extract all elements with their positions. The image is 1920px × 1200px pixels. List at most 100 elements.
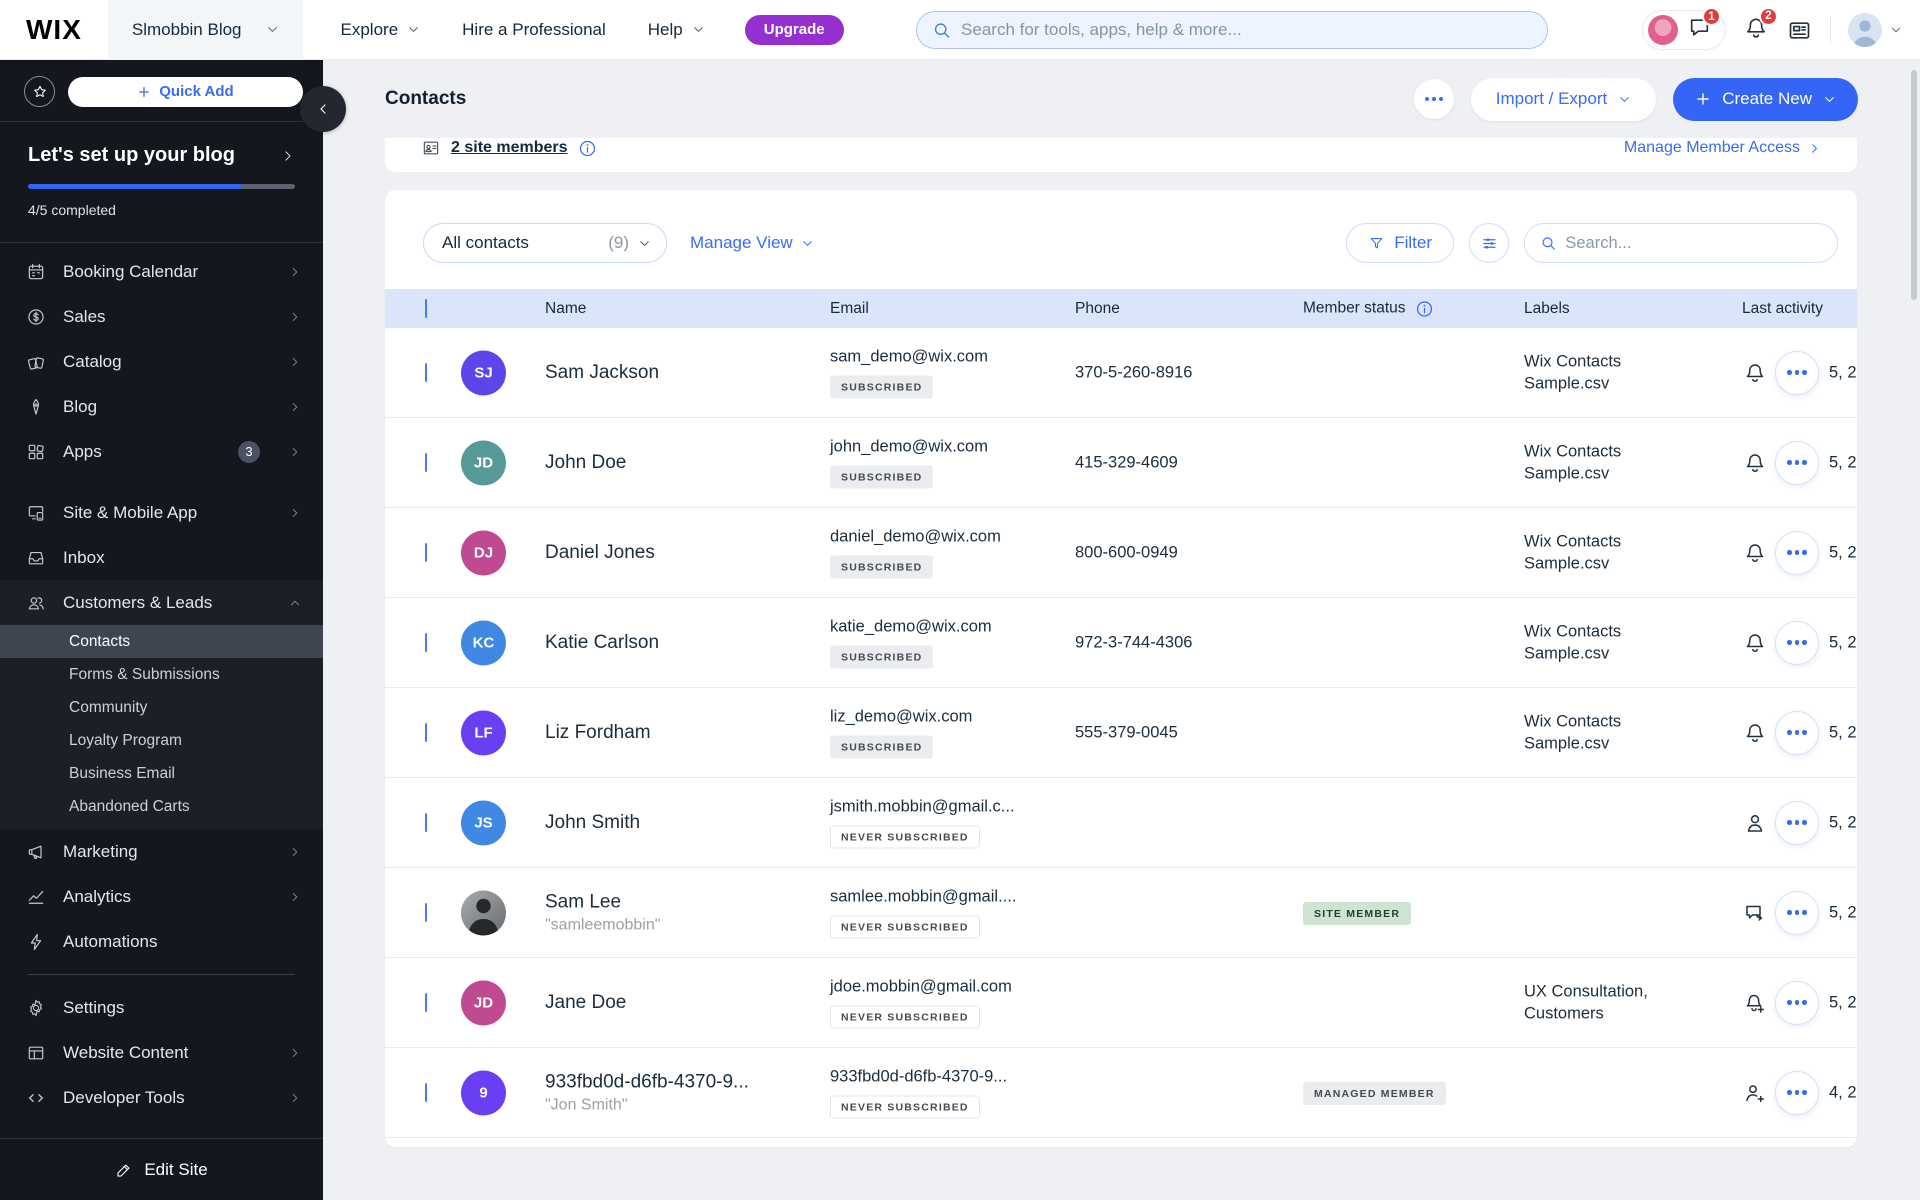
global-search[interactable]: [916, 11, 1548, 49]
sidebar-item-analytics[interactable]: Analytics: [0, 874, 323, 919]
row-checkbox[interactable]: [425, 362, 427, 382]
table-row contact-row-liz-fordham[interactable]: LF Liz Fordham liz_demo@wix.com SUBSCRIBED 5…: [385, 688, 1857, 778]
column-header-name[interactable]: Name: [545, 300, 586, 318]
sidebar-item-label: Developer Tools: [63, 1087, 185, 1107]
subscription-badge: NEVER SUBSCRIBED: [830, 915, 980, 938]
row-actions-button[interactable]: [1775, 440, 1819, 485]
sidebar-item-website-content[interactable]: Website Content: [0, 1030, 323, 1075]
nav-explore[interactable]: Explore: [341, 20, 421, 40]
page-scrollbar[interactable]: [1911, 70, 1917, 300]
favorites-button[interactable]: [24, 76, 55, 107]
sidebar-item-inbox[interactable]: Inbox: [0, 535, 323, 580]
nav-help[interactable]: Help: [648, 20, 705, 40]
account-menu[interactable]: [1848, 13, 1902, 47]
select-all-checkbox[interactable]: [425, 298, 427, 318]
import-export-button[interactable]: Import / Export: [1470, 77, 1657, 121]
setup-checklist-card[interactable]: Let's set up your blog 4/5 completed: [0, 121, 323, 242]
sidebar-item-abandoned-carts[interactable]: Abandoned Carts: [0, 790, 323, 823]
sidebar-item-apps[interactable]: Apps 3: [0, 429, 323, 474]
edit-site-button[interactable]: Edit Site: [0, 1138, 323, 1200]
table-row contact-row-sam-lee[interactable]: Sam Lee "samleemobbin" samlee.mobbin@gmail…: [385, 868, 1857, 958]
upgrade-button[interactable]: Upgrade: [744, 14, 844, 45]
top-navbar: WIX Slmobbin Blog Explore Hire a Profess…: [0, 0, 1920, 60]
column-header-last-activity[interactable]: Last activity: [1742, 300, 1823, 318]
column-header-phone[interactable]: Phone: [1075, 300, 1120, 318]
contact-name: John Smith: [545, 811, 641, 833]
sidebar-item-booking-calendar[interactable]: Booking Calendar: [0, 249, 323, 294]
row-checkbox[interactable]: [425, 722, 427, 742]
row-checkbox[interactable]: [425, 812, 427, 832]
row-checkbox[interactable]: [425, 902, 427, 922]
table-row contact-row-john-smith[interactable]: JS John Smith jsmith.mobbin@gmail.c... NEVE…: [385, 778, 1857, 868]
sidebar-item-community[interactable]: Community: [0, 691, 323, 724]
table-row contact-row-jane-doe[interactable]: JD Jane Doe jdoe.mobbin@gmail.com NEVER SUB…: [385, 958, 1857, 1048]
last-activity-date: 5, 20: [1829, 723, 1857, 741]
table-search[interactable]: [1524, 223, 1838, 263]
sidebar-item-contacts[interactable]: Contacts: [0, 625, 323, 658]
table-row contact-row-933fbd0d-d6fb-4370-9[interactable]: 9 933fbd0d-d6fb-4370-9... "Jon Smith" 933fb…: [385, 1048, 1857, 1138]
sidebar-item-customers-leads[interactable]: Customers & Leads: [0, 580, 323, 625]
view-selector[interactable]: All contacts (9): [423, 223, 667, 263]
row-checkbox[interactable]: [425, 992, 427, 1012]
more-actions-button[interactable]: [1413, 79, 1454, 119]
column-header-labels[interactable]: Labels: [1524, 300, 1570, 318]
create-new-button[interactable]: Create New: [1673, 77, 1858, 121]
row-actions-button[interactable]: [1775, 530, 1819, 575]
sidebar-item-label: Blog: [63, 396, 98, 416]
row-actions-button[interactable]: [1775, 350, 1819, 395]
sidebar-item-catalog[interactable]: Catalog: [0, 339, 323, 384]
row-checkbox[interactable]: [425, 452, 427, 472]
row-actions-button[interactable]: [1775, 1070, 1819, 1115]
table-row contact-row-daniel-jones[interactable]: DJ Daniel Jones daniel_demo@wix.com SUBSCRI…: [385, 508, 1857, 598]
sidebar-item-automations[interactable]: Automations: [0, 919, 323, 964]
table-row contact-row-john-doe[interactable]: JD John Doe john_demo@wix.com SUBSCRIBED 415…: [385, 418, 1857, 508]
sidebar-collapse-button[interactable]: [300, 86, 346, 132]
info-icon[interactable]: [1415, 299, 1434, 318]
apps-icon: [26, 442, 46, 462]
info-icon[interactable]: [578, 139, 597, 158]
row-actions-button[interactable]: [1775, 710, 1819, 755]
filter-button[interactable]: Filter: [1346, 223, 1454, 263]
row-actions-button[interactable]: [1775, 980, 1819, 1025]
sidebar-item-sales[interactable]: Sales: [0, 294, 323, 339]
sidebar-item-blog[interactable]: Blog: [0, 384, 323, 429]
contact-labels: Wix Contacts Sample.csv: [1524, 532, 1622, 573]
contact-labels: Wix Contacts Sample.csv: [1524, 622, 1622, 663]
row-actions-button[interactable]: [1775, 800, 1819, 845]
manage-view-link[interactable]: Manage View: [690, 233, 814, 253]
sidebar-item-marketing[interactable]: Marketing: [0, 829, 323, 874]
user-chat-pill[interactable]: 1: [1642, 7, 1726, 50]
row-actions-button[interactable]: [1775, 620, 1819, 665]
sidebar-item-settings[interactable]: Settings: [0, 985, 323, 1030]
global-search-input[interactable]: [961, 20, 1532, 40]
site-menu[interactable]: Slmobbin Blog: [107, 0, 303, 60]
row-checkbox[interactable]: [425, 1082, 427, 1102]
sidebar-item-forms-submissions[interactable]: Forms & Submissions: [0, 658, 323, 691]
contact-labels: UX Consultation, Customers: [1524, 982, 1648, 1023]
quick-add-button[interactable]: Quick Add: [68, 76, 303, 107]
row-checkbox[interactable]: [425, 542, 427, 562]
row-checkbox[interactable]: [425, 632, 427, 652]
updates-news-icon[interactable]: [1786, 17, 1813, 44]
sidebar-item-business-email[interactable]: Business Email: [0, 757, 323, 790]
table-row contact-row-katie-carlson[interactable]: KC Katie Carlson katie_demo@wix.com SUBSCRI…: [385, 598, 1857, 688]
column-settings-button[interactable]: [1469, 223, 1509, 263]
table-body: SJ Sam Jackson sam_demo@wix.com SUBSCRIBED 3…: [385, 328, 1857, 1138]
table-search-input[interactable]: [1565, 233, 1822, 253]
site-members-link[interactable]: 2 site members: [451, 139, 568, 157]
sidebar-item-label: Catalog: [63, 351, 122, 371]
column-header-member-status[interactable]: Member status: [1303, 299, 1434, 318]
sidebar-item-developer-tools[interactable]: Developer Tools: [0, 1075, 323, 1120]
sidebar-item-loyalty-program[interactable]: Loyalty Program: [0, 724, 323, 757]
chevron-right-icon: [289, 266, 301, 278]
row-actions-button[interactable]: [1775, 890, 1819, 935]
column-header-email[interactable]: Email: [830, 300, 869, 318]
wix-logo[interactable]: WIX: [26, 14, 82, 46]
sidebar-item-site-mobile-app[interactable]: Site & Mobile App: [0, 490, 323, 535]
contact-name: Liz Fordham: [545, 721, 651, 743]
user-avatar[interactable]: [1648, 15, 1678, 45]
table-row contact-row-sam-jackson[interactable]: SJ Sam Jackson sam_demo@wix.com SUBSCRIBED 3…: [385, 328, 1857, 418]
nav-hire-a-professional[interactable]: Hire a Professional: [462, 20, 606, 40]
chevron-right-icon: [289, 356, 301, 368]
manage-member-access-link[interactable]: Manage Member Access: [1624, 139, 1821, 157]
